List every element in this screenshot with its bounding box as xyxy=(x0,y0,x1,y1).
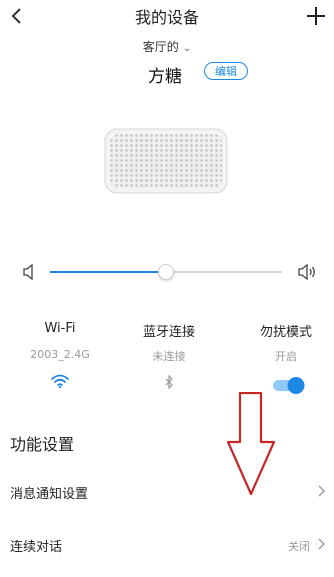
room-label: 客厅的 xyxy=(142,40,179,54)
settings-row-notifications[interactable]: 消息通知设置 xyxy=(0,471,334,511)
wifi-label: Wi-Fi xyxy=(44,321,76,336)
dnd-toggle[interactable] xyxy=(272,375,306,395)
chevron-right-icon xyxy=(316,536,326,555)
dnd-label: 勿扰模式 xyxy=(259,325,312,340)
speaker-image xyxy=(104,128,228,194)
device-name: 方糖 xyxy=(148,67,182,87)
settings-row-continuous-dialog[interactable]: 连续对话 关闭 xyxy=(0,524,334,564)
add-device-button[interactable] xyxy=(304,4,328,28)
wifi-icon[interactable] xyxy=(51,373,69,392)
row-label: 连续对话 xyxy=(10,540,63,555)
volume-slider-thumb[interactable] xyxy=(158,264,174,280)
dnd-value: 开启 xyxy=(275,350,297,363)
wifi-value: 2003_2.4G xyxy=(30,348,90,361)
row-label: 消息通知设置 xyxy=(10,487,89,502)
bluetooth-label: 蓝牙连接 xyxy=(142,325,195,340)
annotation-arrow xyxy=(226,391,276,496)
bluetooth-icon[interactable] xyxy=(164,374,174,393)
volume-slider-fill xyxy=(50,271,166,273)
volume-low-icon[interactable] xyxy=(22,263,36,284)
bluetooth-value: 未连接 xyxy=(152,350,186,363)
plus-icon xyxy=(307,7,325,25)
chevron-right-icon xyxy=(316,483,326,502)
chevron-down-icon: ⌄ xyxy=(182,43,192,54)
room-selector[interactable]: 客厅的 ⌄ xyxy=(0,38,334,55)
page-title: 我的设备 xyxy=(134,8,199,27)
volume-high-icon[interactable] xyxy=(298,263,318,284)
edit-button[interactable]: 编辑 xyxy=(204,62,248,80)
row-value: 关闭 xyxy=(288,540,310,553)
section-title: 功能设置 xyxy=(10,435,75,454)
